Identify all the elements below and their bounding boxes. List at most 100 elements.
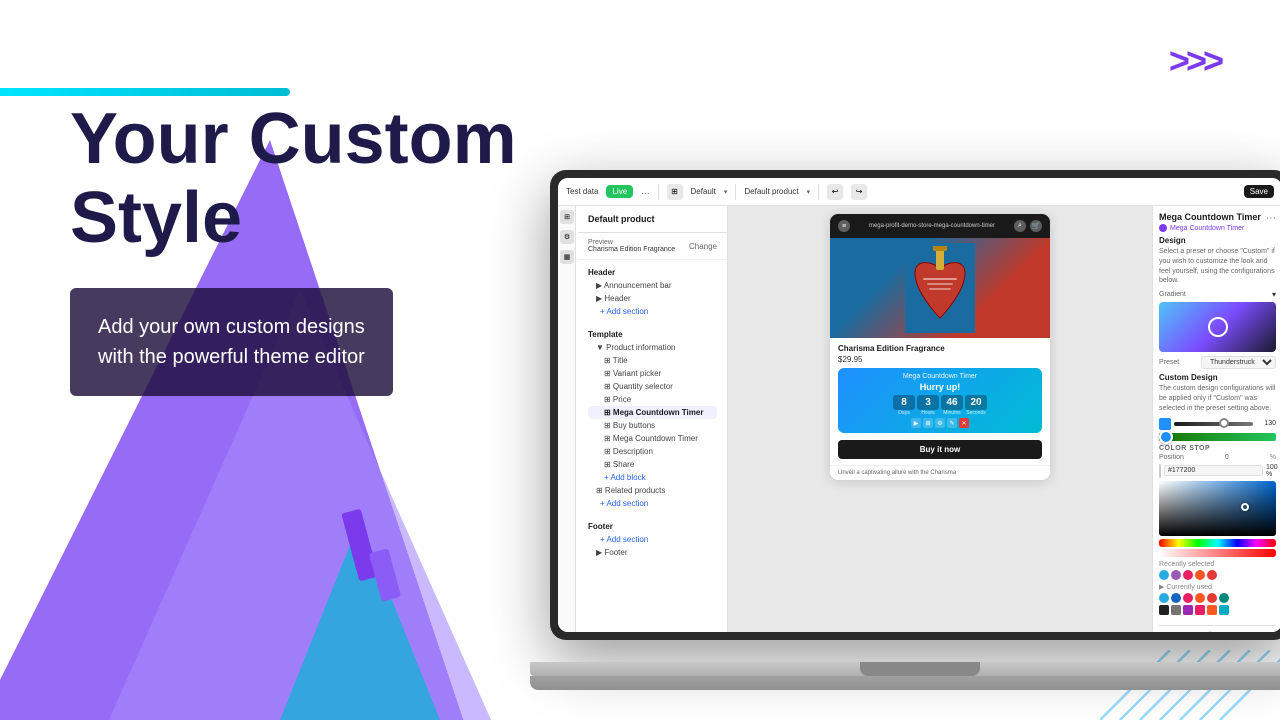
swatch-purple[interactable]: [1171, 570, 1181, 580]
sidebar-add-section-footer[interactable]: + Add section: [588, 533, 717, 546]
sidebar-add-section-template[interactable]: + Add section: [588, 497, 717, 510]
sidebar-item-countdown[interactable]: ⊞ Mega Countdown Timer: [588, 406, 717, 419]
sidebar-item-buy-buttons[interactable]: ⊞ Buy buttons: [588, 419, 717, 432]
sidebar-item-header[interactable]: ▶ Header: [588, 292, 717, 305]
sidebar-item-label: ⊞ Related products: [596, 486, 665, 495]
sidebar-item-countdown-2[interactable]: ⊞ Mega Countdown Timer: [588, 432, 717, 445]
sidebar-add-section-header[interactable]: + Add section: [588, 305, 717, 318]
rp-gradient-row: Gradient ▾: [1159, 290, 1276, 299]
swatch-used-cyan[interactable]: [1159, 593, 1169, 603]
rp-gradient-handle[interactable]: [1159, 430, 1173, 444]
rp-alpha-strip[interactable]: [1159, 549, 1276, 557]
laptop-mockup: Test data Live ... ⊞ Default ▾ Default p…: [530, 170, 1280, 690]
swatch-orange[interactable]: [1195, 570, 1205, 580]
rp-slider-track[interactable]: [1174, 422, 1253, 426]
sidebar-item-footer[interactable]: ▶ Footer: [588, 546, 717, 559]
sidebar-icon-theme[interactable]: ▦: [560, 250, 574, 264]
sidebar-icon-settings[interactable]: ⚙: [560, 230, 574, 244]
rp-picker-circle[interactable]: [1241, 503, 1249, 511]
rp-preset-label: Preset: [1159, 359, 1179, 366]
swatch-pink[interactable]: [1183, 570, 1193, 580]
decorative-arrows: >>>: [1169, 40, 1220, 82]
rp-design-section-title: Design: [1159, 236, 1276, 245]
sidebar-item-announcement[interactable]: ▶ Announcement bar: [588, 279, 717, 292]
rp-gradient-chevron[interactable]: ▾: [1272, 290, 1276, 299]
sidebar-item-label: ⊞ Price: [604, 395, 631, 404]
sidebar-item-product-info[interactable]: ▼ Product information: [588, 341, 717, 354]
swatch-cyan[interactable]: [1159, 570, 1169, 580]
topbar-undo-icon[interactable]: ↩: [827, 184, 843, 200]
sidebar-item-description[interactable]: ⊞ Description: [588, 445, 717, 458]
sidebar-item-variant[interactable]: ⊞ Variant picker: [588, 367, 717, 380]
rp-plugin-subtitle: Mega Countdown Timer: [1159, 224, 1276, 232]
topbar-separator-3: [818, 184, 819, 200]
subtitle-box: Add your own custom designswith the powe…: [70, 288, 393, 396]
swatch-used-pink2[interactable]: [1195, 605, 1205, 615]
sidebar-item-label: ▼ Product information: [596, 343, 676, 352]
sidebar-item-quantity[interactable]: ⊞ Quantity selector: [588, 380, 717, 393]
countdown-plugin-label: Mega Countdown Timer: [844, 373, 1036, 380]
swatch-used-gray[interactable]: [1171, 605, 1181, 615]
search-icon: ⌕: [1014, 220, 1026, 232]
rp-more-options[interactable]: ⋯: [1266, 213, 1276, 224]
rp-slider-thumb[interactable]: [1219, 418, 1229, 428]
small-purple-accent: [341, 509, 378, 582]
rp-hue-strip[interactable]: [1159, 539, 1276, 547]
countdown-days-value: 8: [893, 395, 915, 410]
preview-store-url: mega-profit-demo-store-mega-countdown-ti…: [850, 223, 1014, 229]
countdown-minutes-value: 46: [941, 395, 963, 410]
swatch-used-orange[interactable]: [1195, 593, 1205, 603]
countdown-days-wrapper: 8 Days: [893, 395, 915, 416]
sidebar-item-related[interactable]: ⊞ Related products: [588, 484, 717, 497]
sidebar-item-label: ⊞ Mega Countdown Timer: [604, 408, 703, 417]
rp-divider: [1159, 625, 1276, 626]
editor-preview-area: ≡ mega-profit-demo-store-mega-countdown-…: [728, 206, 1152, 632]
countdown-seconds-value: 20: [965, 395, 987, 410]
rp-remove-gradient-btn[interactable]: ⊖ Remove gradient: [1159, 630, 1276, 632]
swatch-used-pink[interactable]: [1183, 593, 1193, 603]
rp-spacer: [1159, 617, 1276, 621]
topbar-live-button[interactable]: Live: [606, 185, 633, 198]
swatch-red[interactable]: [1207, 570, 1217, 580]
topbar-separator-2: [735, 184, 736, 200]
rp-position-row: Position 0 %: [1159, 454, 1276, 461]
sidebar-icon-home[interactable]: ⊞: [560, 210, 574, 224]
sidebar-item-label: ⊞ Description: [604, 447, 653, 456]
countdown-seconds-label: Seconds: [966, 410, 985, 416]
swatch-used-blue[interactable]: [1171, 593, 1181, 603]
rp-color-picker-area[interactable]: [1159, 481, 1276, 536]
swatch-used-red[interactable]: [1207, 593, 1217, 603]
swatch-used-teal[interactable]: [1219, 593, 1229, 603]
rp-color-input-swatch[interactable]: [1159, 464, 1161, 478]
rp-subtitle-dot: [1159, 224, 1167, 232]
topbar-preview-icon[interactable]: ⊞: [667, 184, 683, 200]
topbar-save-button[interactable]: Save: [1244, 185, 1274, 198]
sidebar-item-label: ⊞ Title: [604, 356, 628, 365]
rp-position-value: 0: [1225, 454, 1229, 461]
topbar-chevron: ▾: [724, 188, 728, 196]
rp-preset-select[interactable]: Thunderstruck: [1201, 356, 1276, 369]
sidebar-product-name: Default product: [578, 206, 727, 233]
countdown-hours-label: Hours: [921, 410, 934, 416]
preview-product-image: [830, 238, 1050, 338]
rp-hex-input[interactable]: [1164, 465, 1263, 476]
sidebar-section-template: Template ▼ Product information ⊞ Title ⊞…: [578, 322, 727, 514]
buy-now-button[interactable]: Buy it now: [838, 440, 1042, 459]
countdown-minutes-wrapper: 46 Minutes: [941, 395, 963, 416]
sidebar-change-button[interactable]: Change: [689, 242, 717, 251]
sidebar-item-share[interactable]: ⊞ Share: [588, 458, 717, 471]
sidebar-section-header: Header ▶ Announcement bar ▶ Header + Add…: [578, 260, 727, 322]
swatch-used-orange2[interactable]: [1207, 605, 1217, 615]
left-content-area: Your Custom Style Add your own custom de…: [70, 100, 570, 396]
laptop-body: Test data Live ... ⊞ Default ▾ Default p…: [550, 170, 1280, 640]
sidebar-item-title[interactable]: ⊞ Title: [588, 354, 717, 367]
swatch-used-black[interactable]: [1159, 605, 1169, 615]
swatch-used-violet[interactable]: [1183, 605, 1193, 615]
sidebar-item-price[interactable]: ⊞ Price: [588, 393, 717, 406]
gradient-preview-swatch: [1159, 302, 1276, 352]
topbar-redo-icon[interactable]: ↪: [851, 184, 867, 200]
swatch-used-cyan2[interactable]: [1219, 605, 1229, 615]
countdown-hours-value: 3: [917, 395, 939, 410]
sidebar-add-block[interactable]: + Add block: [588, 471, 717, 484]
laptop-notch: [860, 662, 980, 676]
